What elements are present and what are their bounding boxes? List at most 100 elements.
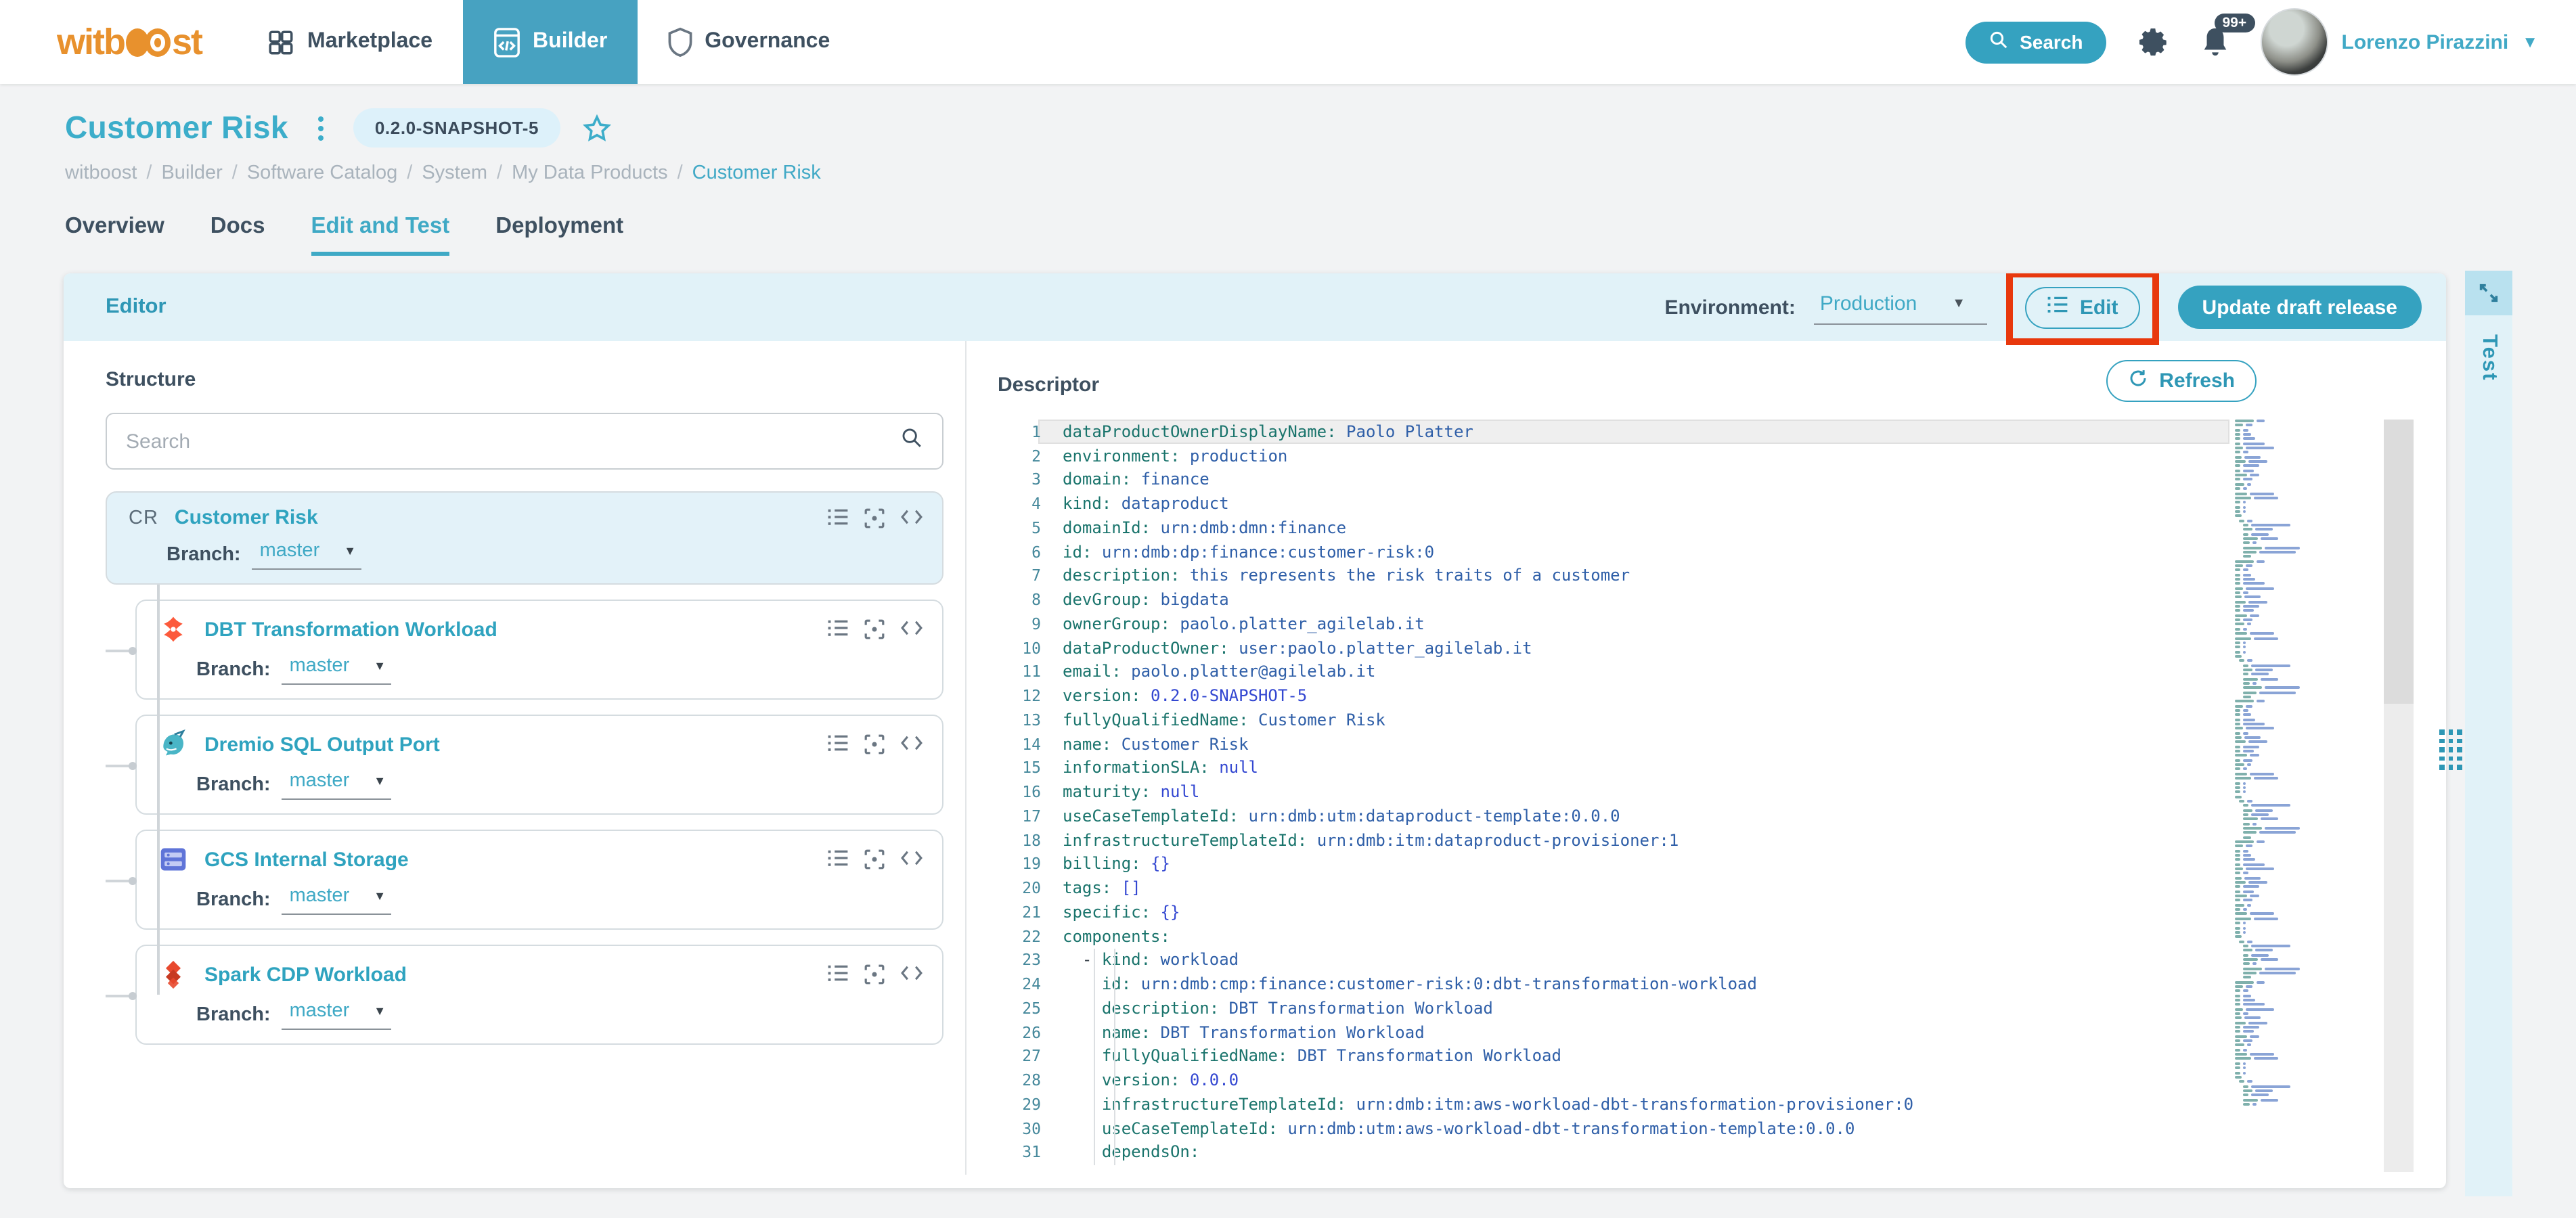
list-icon[interactable]	[827, 964, 849, 985]
code-line: 26 name: DBT Transformation Workload	[1022, 1022, 1425, 1042]
minimap[interactable]	[2235, 420, 2373, 1108]
settings-gear-icon[interactable]	[2136, 25, 2170, 59]
code-line: 1 dataProductOwnerDisplayName: Paolo Plat…	[1031, 422, 1473, 441]
nav-item-governance[interactable]: Governance	[637, 0, 860, 84]
witboost-logo[interactable]: witb st	[0, 0, 237, 84]
edit-button[interactable]: Edit	[2025, 286, 2140, 328]
focus-target-icon[interactable]	[864, 618, 885, 640]
scrollbar-thumb[interactable]	[2384, 420, 2414, 704]
tab-deployment[interactable]: Deployment	[495, 214, 623, 256]
code-line: 16 maturity: null	[1022, 782, 1200, 802]
test-tab[interactable]: Test	[2465, 315, 2512, 1196]
caret-down-icon: ▼	[374, 774, 386, 788]
breadcrumb: witboost / Builder / Software Catalog / System…	[65, 162, 821, 184]
notifications-bell-icon[interactable]: 99+	[2200, 13, 2255, 59]
descriptor-title: Descriptor	[998, 374, 1100, 397]
focus-target-icon[interactable]	[864, 849, 885, 870]
code-line: 19 billing: {}	[1022, 854, 1170, 874]
environment-label: Environment:	[1664, 296, 1796, 319]
nav-label-marketplace: Marketplace	[307, 30, 433, 53]
expand-icon[interactable]	[2465, 271, 2512, 315]
editor-header-bar: Editor Environment: Production ▼ Edit Up…	[64, 273, 2446, 344]
code-line: 13 fullyQualifiedName: Customer Risk	[1022, 710, 1385, 729]
grid-icon	[267, 28, 295, 56]
tree-node-dbt-transformation-workload[interactable]: DBT Transformation Workload Branch: mast…	[106, 600, 943, 700]
node-name[interactable]: GCS Internal Storage	[204, 848, 409, 871]
environment-select[interactable]: Production ▼	[1814, 290, 1988, 325]
code-line: 5 domainId: urn:dmb:dmn:finance	[1031, 518, 1347, 537]
tab-bar: Overview Docs Edit and Test Deployment	[0, 184, 2576, 256]
drag-handle[interactable]	[2439, 729, 2462, 770]
nav-item-builder[interactable]: Builder	[462, 0, 638, 84]
breadcrumb-item[interactable]: Builder	[161, 162, 222, 184]
code-line: 22 components:	[1022, 926, 1170, 946]
breadcrumb-item[interactable]: My Data Products	[512, 162, 668, 184]
caret-down-icon: ▼	[374, 659, 386, 673]
tree-node-gcs-internal-storage[interactable]: GCS Internal Storage Branch: master ▼	[106, 830, 943, 930]
code-line: 23 - kind: workload	[1022, 950, 1239, 970]
focus-target-icon[interactable]	[864, 734, 885, 755]
code-line: 24 id: urn:dmb:cmp:finance:customer-risk…	[1022, 974, 1757, 994]
code-icon[interactable]	[900, 618, 923, 640]
tab-overview[interactable]: Overview	[65, 214, 164, 256]
tree-node-spark-cdp-workload[interactable]: Spark CDP Workload Branch: master ▼	[106, 945, 943, 1045]
node-name[interactable]: DBT Transformation Workload	[204, 618, 497, 641]
list-icon	[2047, 295, 2069, 319]
list-icon[interactable]	[827, 849, 849, 870]
code-line: 27 fullyQualifiedName: DBT Transformatio…	[1022, 1046, 1561, 1066]
code-line: 17 useCaseTemplateId: urn:dmb:utm:datapro…	[1022, 806, 1620, 826]
search-button[interactable]: Search	[1966, 21, 2106, 63]
focus-target-icon[interactable]	[864, 507, 885, 528]
nav-label-governance: Governance	[705, 30, 830, 53]
code-editor[interactable]: 1 dataProductOwnerDisplayName: Paolo Plat…	[998, 420, 2419, 1172]
code-icon[interactable]	[900, 507, 923, 528]
code-window-icon	[492, 26, 520, 58]
node-name[interactable]: Customer Risk	[175, 506, 318, 529]
branch-select[interactable]: master ▼	[281, 1000, 392, 1030]
code-icon[interactable]	[900, 734, 923, 755]
caret-down-icon: ▼	[374, 1004, 386, 1018]
branch-select[interactable]: master ▼	[251, 540, 362, 570]
node-name[interactable]: Spark CDP Workload	[204, 963, 407, 986]
list-icon[interactable]	[827, 734, 849, 755]
code-line: 6 id: urn:dmb:dp:finance:customer-risk:0	[1031, 542, 1435, 562]
code-lines: 1 dataProductOwnerDisplayName: Paolo Plat…	[998, 420, 2419, 1165]
tree-node-customer-risk[interactable]: CR Customer Risk Branch: master ▼	[106, 491, 943, 585]
caret-down-icon: ▼	[1952, 296, 1966, 311]
panel-divider	[965, 341, 967, 1175]
code-line: 8 devGroup: bigdata	[1031, 590, 1229, 610]
code-line: 10 dataProductOwner: user:paolo.platter_a…	[1022, 638, 1532, 658]
refresh-button[interactable]: Refresh	[2106, 360, 2257, 402]
code-line: 11 email: paolo.platter@agilelab.it	[1022, 662, 1376, 681]
kebab-menu-icon[interactable]	[310, 113, 332, 143]
nav-item-marketplace[interactable]: Marketplace	[237, 0, 462, 84]
user-menu[interactable]: Lorenzo Pirazzini ▼	[2260, 8, 2538, 76]
code-icon[interactable]	[900, 849, 923, 870]
list-icon[interactable]	[827, 618, 849, 640]
focus-target-icon[interactable]	[864, 964, 885, 985]
breadcrumb-item[interactable]: System	[422, 162, 487, 184]
list-icon[interactable]	[827, 507, 849, 528]
editor-scrollbar[interactable]	[2384, 420, 2414, 1172]
star-icon[interactable]	[582, 113, 612, 143]
breadcrumb-item[interactable]: witboost	[65, 162, 137, 184]
branch-select[interactable]: master ▼	[281, 770, 392, 800]
breadcrumb-item[interactable]: Software Catalog	[247, 162, 397, 184]
logo-ring	[145, 28, 171, 56]
branch-select[interactable]: master ▼	[281, 655, 392, 685]
chevron-down-icon: ▼	[2522, 32, 2538, 51]
refresh-icon	[2128, 368, 2148, 394]
branch-select[interactable]: master ▼	[281, 885, 392, 915]
tab-edit-and-test[interactable]: Edit and Test	[311, 214, 450, 256]
tab-docs[interactable]: Docs	[210, 214, 265, 256]
dremio-icon	[158, 729, 188, 759]
node-name[interactable]: Dremio SQL Output Port	[204, 733, 440, 756]
code-icon[interactable]	[900, 964, 923, 985]
update-draft-release-button[interactable]: Update draft release	[2177, 286, 2422, 329]
descriptor-panel: Descriptor Refresh 1 dataProductOwnerDisp…	[998, 341, 2419, 1188]
nav-label-builder: Builder	[533, 30, 608, 53]
tree-node-dremio-sql-output-port[interactable]: Dremio SQL Output Port Branch: master ▼	[106, 715, 943, 815]
structure-panel: Structure CR Customer Risk	[106, 341, 943, 1188]
code-line: 30 useCaseTemplateId: urn:dmb:utm:aws-wo…	[1022, 1119, 1855, 1138]
structure-search-input[interactable]	[126, 430, 887, 453]
